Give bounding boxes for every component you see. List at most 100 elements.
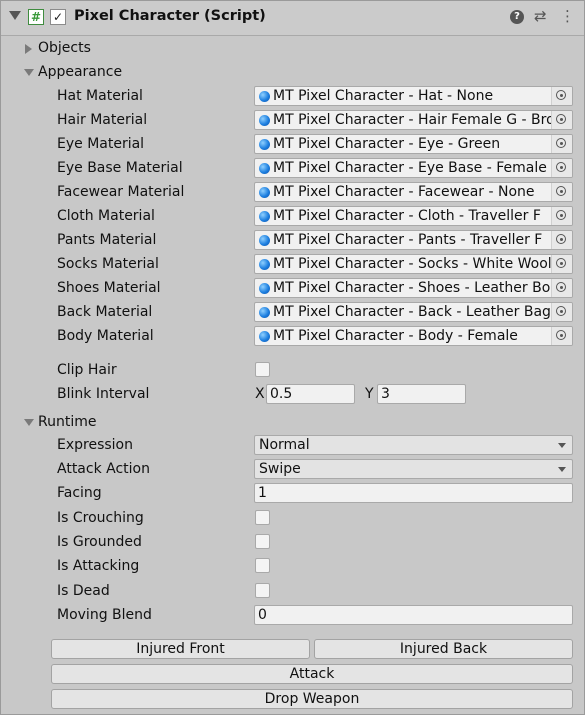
chevron-right-icon[interactable] [25,44,32,54]
runtime-foldout[interactable]: Runtime [1,411,584,433]
is-dead-checkbox[interactable] [255,583,270,598]
pants-material-row: Pants Material MT Pixel Character - Pant… [1,229,584,251]
object-picker-icon[interactable] [551,327,572,345]
moving-blend-field[interactable]: 0 [254,605,573,625]
object-picker-icon[interactable] [551,87,572,105]
material-icon [259,259,270,270]
property-label: Expression [57,437,133,453]
component-title: Pixel Character (Script) [74,8,266,24]
eye-base-material-field[interactable]: MT Pixel Character - Eye Base - Female [254,158,573,178]
object-picker-icon[interactable] [551,183,572,201]
object-picker-icon[interactable] [551,159,572,177]
dropdown-value: Swipe [259,461,301,477]
is-crouching-checkbox[interactable] [255,510,270,525]
pants-material-field[interactable]: MT Pixel Character - Pants - Traveller F [254,230,573,250]
expression-row: Expression Normal [1,434,584,456]
object-picker-icon[interactable] [551,303,572,321]
material-icon [259,211,270,222]
material-icon [259,331,270,342]
body-material-row: Body Material MT Pixel Character - Body … [1,325,584,347]
object-picker-icon[interactable] [551,111,572,129]
attack-button[interactable]: Attack [51,664,573,684]
hat-material-field[interactable]: MT Pixel Character - Hat - None [254,86,573,106]
help-icon[interactable]: ? [510,10,524,24]
chevron-down-icon [558,467,566,472]
object-picker-icon[interactable] [551,135,572,153]
object-field-value: MT Pixel Character - Shoes - Leather Bo [273,280,551,296]
attack-action-row: Attack Action Swipe [1,458,584,480]
property-label: Back Material [57,304,153,320]
shoes-material-field[interactable]: MT Pixel Character - Shoes - Leather Bo [254,278,573,298]
property-label: Facing [57,485,102,501]
back-material-field[interactable]: MT Pixel Character - Back - Leather Bag [254,302,573,322]
eye-material-row: Eye Material MT Pixel Character - Eye - … [1,133,584,155]
y-axis-label[interactable]: Y [365,385,374,403]
objects-foldout[interactable]: Objects [1,37,584,59]
blink-interval-y-field[interactable]: 3 [377,384,466,404]
hair-material-field[interactable]: MT Pixel Character - Hair Female G - Bro [254,110,573,130]
blink-interval-x-field[interactable]: 0.5 [266,384,355,404]
component-enabled-checkbox[interactable]: ✓ [50,9,66,25]
blink-interval-row: Blink Interval X 0.5 Y 3 [1,383,584,405]
property-label: Clip Hair [57,362,117,378]
clip-hair-checkbox[interactable] [255,362,270,377]
property-label: Is Grounded [57,534,142,550]
property-label: Blink Interval [57,386,150,402]
chevron-down-icon[interactable] [24,69,34,76]
object-picker-icon[interactable] [551,279,572,297]
facewear-material-row: Facewear Material MT Pixel Character - F… [1,181,584,203]
object-field-value: MT Pixel Character - Facewear - None [273,184,535,200]
property-label: Attack Action [57,461,150,477]
object-field-value: MT Pixel Character - Eye Base - Female [273,160,547,176]
object-picker-icon[interactable] [551,207,572,225]
object-picker-icon[interactable] [551,255,572,273]
injured-front-button[interactable]: Injured Front [51,639,310,659]
eye-material-field[interactable]: MT Pixel Character - Eye - Green [254,134,573,154]
component-header[interactable]: # ✓ Pixel Character (Script) ? ⇄ ⋮ [1,1,584,36]
attack-action-dropdown[interactable]: Swipe [254,459,573,479]
socks-material-row: Socks Material MT Pixel Character - Sock… [1,253,584,275]
material-icon [259,235,270,246]
object-field-value: MT Pixel Character - Eye - Green [273,136,501,152]
object-field-value: MT Pixel Character - Pants - Traveller F [273,232,543,248]
is-attacking-row: Is Attacking [1,555,584,577]
chevron-down-icon[interactable] [9,11,21,20]
cloth-material-field[interactable]: MT Pixel Character - Cloth - Traveller F [254,206,573,226]
object-field-value: MT Pixel Character - Cloth - Traveller F [273,208,541,224]
property-label: Eye Material [57,136,145,152]
hat-material-row: Hat Material MT Pixel Character - Hat - … [1,85,584,107]
property-label: Hair Material [57,112,148,128]
property-label: Eye Base Material [57,160,183,176]
property-label: Cloth Material [57,208,155,224]
object-picker-icon[interactable] [551,231,572,249]
is-attacking-checkbox[interactable] [255,558,270,573]
facing-field[interactable]: 1 [254,483,573,503]
inspector-component-panel: # ✓ Pixel Character (Script) ? ⇄ ⋮ Objec… [0,0,585,715]
kebab-menu-icon[interactable]: ⋮ [560,7,575,25]
x-axis-label[interactable]: X [255,385,265,403]
appearance-label: Appearance [38,64,123,80]
hair-material-row: Hair Material MT Pixel Character - Hair … [1,109,584,131]
object-field-value: MT Pixel Character - Socks - White Wool [273,256,551,272]
body-material-field[interactable]: MT Pixel Character - Body - Female [254,326,573,346]
is-grounded-checkbox[interactable] [255,534,270,549]
facewear-material-field[interactable]: MT Pixel Character - Facewear - None [254,182,573,202]
property-label: Moving Blend [57,607,152,623]
drop-weapon-button[interactable]: Drop Weapon [51,689,573,709]
facing-row: Facing 1 [1,482,584,504]
property-label: Socks Material [57,256,159,272]
material-icon [259,163,270,174]
chevron-down-icon[interactable] [24,419,34,426]
injured-back-button[interactable]: Injured Back [314,639,573,659]
socks-material-field[interactable]: MT Pixel Character - Socks - White Wool [254,254,573,274]
appearance-foldout[interactable]: Appearance [1,61,584,83]
chevron-down-icon [558,443,566,448]
presets-icon[interactable]: ⇄ [534,7,547,25]
shoes-material-row: Shoes Material MT Pixel Character - Shoe… [1,277,584,299]
expression-dropdown[interactable]: Normal [254,435,573,455]
csharp-script-icon: # [28,9,44,25]
clip-hair-row: Clip Hair [1,359,584,381]
object-field-value: MT Pixel Character - Hat - None [273,88,494,104]
material-icon [259,91,270,102]
cloth-material-row: Cloth Material MT Pixel Character - Clot… [1,205,584,227]
